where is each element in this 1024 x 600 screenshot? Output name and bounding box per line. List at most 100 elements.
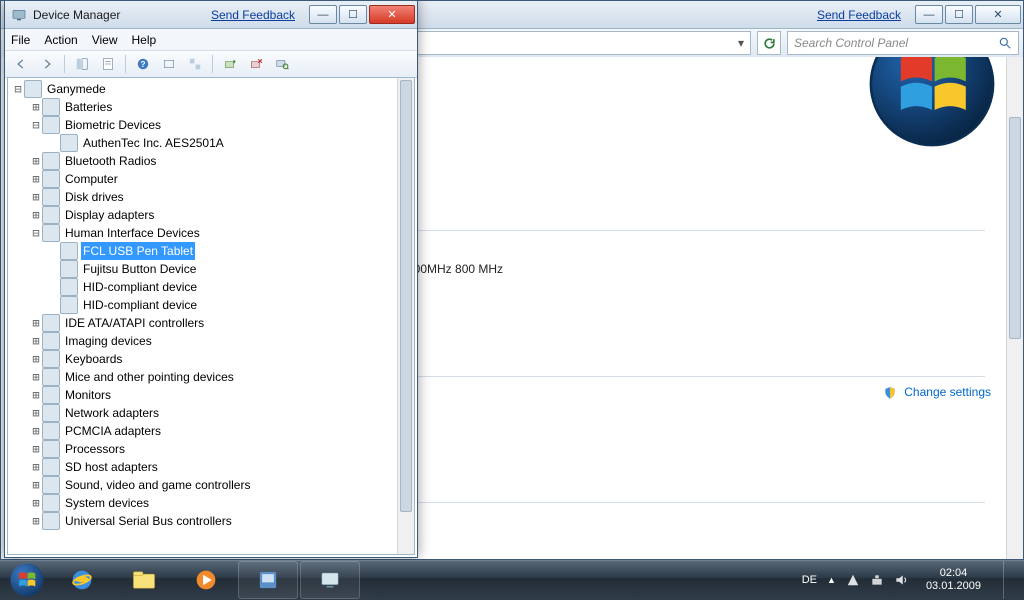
system-tray[interactable]: DE ▲ 02:04 03.01.2009 [802,561,1020,599]
tree-node[interactable]: ⊞Mice and other pointing devices [12,368,398,386]
action-center-icon[interactable] [846,573,860,587]
expand-icon[interactable]: ⊞ [30,512,42,530]
expand-icon[interactable]: ⊞ [30,494,42,512]
back-button[interactable] [9,52,33,76]
tree-node[interactable]: ⊞Bluetooth Radios [12,152,398,170]
tree-node[interactable]: ⊞Keyboards [12,350,398,368]
show-hide-tree-button[interactable] [70,52,94,76]
device-icon [42,170,60,188]
expand-icon[interactable]: ⊞ [30,350,42,368]
menubar[interactable]: File Action View Help [5,29,417,51]
expand-icon[interactable]: ⊞ [30,422,42,440]
maximize-button[interactable]: ☐ [945,5,973,24]
scrollbar-thumb[interactable] [1009,117,1021,339]
tree-node[interactable]: ⊟Ganymede [12,80,398,98]
dm-titlebar[interactable]: Device Manager Send Feedback — ☐ ✕ [5,1,417,29]
send-feedback-link[interactable]: Send Feedback [211,8,295,22]
tree-node-label: HID-compliant device [81,296,199,314]
search-input[interactable]: Search Control Panel [787,31,1019,55]
tree-node[interactable]: HID-compliant device [12,278,398,296]
minimize-button[interactable]: — [309,5,337,24]
change-settings-link[interactable]: Change settings [883,385,991,400]
tree-node[interactable]: ⊟Biometric Devices [12,116,398,134]
expand-icon[interactable]: ⊞ [30,152,42,170]
start-button[interactable] [4,562,50,598]
tree-node[interactable]: HID-compliant device [12,296,398,314]
tree-node[interactable]: ⊞System devices [12,494,398,512]
tree-node[interactable]: ⊞Disk drives [12,188,398,206]
menu-help[interactable]: Help [132,33,157,47]
collapse-icon[interactable]: ⊟ [30,116,42,134]
toolbar-button[interactable] [157,52,181,76]
volume-icon[interactable] [894,573,908,587]
tree-node[interactable]: Fujitsu Button Device [12,260,398,278]
tree-node[interactable]: ⊞IDE ATA/ATAPI controllers [12,314,398,332]
tree-node[interactable]: ⊞SD host adapters [12,458,398,476]
tree-node-label: Imaging devices [63,332,154,350]
expand-icon[interactable]: ⊞ [30,386,42,404]
taskbar[interactable]: DE ▲ 02:04 03.01.2009 [0,560,1024,600]
expand-icon[interactable]: ⊞ [30,332,42,350]
close-button[interactable]: ✕ [369,5,415,24]
tree-node[interactable]: ⊞Monitors [12,386,398,404]
menu-view[interactable]: View [92,33,118,47]
tree-node[interactable]: ⊞ Imaging devices [12,332,398,350]
window-title: Device Manager [33,8,120,22]
close-button[interactable]: ✕ [975,5,1021,24]
expand-icon[interactable]: ⊞ [30,206,42,224]
tray-chevron-icon[interactable]: ▲ [827,575,836,585]
expand-icon[interactable]: ⊞ [30,98,42,116]
expand-icon[interactable]: ⊞ [30,476,42,494]
toolbar-button[interactable] [183,52,207,76]
tree-node[interactable]: ⊞Network adapters [12,404,398,422]
expand-icon[interactable]: ⊞ [30,314,42,332]
tree-node[interactable]: ⊞Computer [12,170,398,188]
expand-icon[interactable]: ⊞ [30,404,42,422]
scrollbar-thumb[interactable] [400,80,412,512]
collapse-icon[interactable]: ⊟ [12,80,24,98]
expand-icon[interactable]: ⊞ [30,170,42,188]
tree-node[interactable]: ⊞Universal Serial Bus controllers [12,512,398,530]
scrollbar[interactable] [1006,57,1023,559]
expand-icon[interactable]: ⊞ [30,188,42,206]
taskbar-app-running-2[interactable] [300,561,360,599]
update-driver-button[interactable] [218,52,242,76]
taskbar-app-explorer[interactable] [114,561,174,599]
device-icon [42,458,60,476]
show-desktop-button[interactable] [1003,561,1018,599]
refresh-button[interactable] [757,31,781,55]
collapse-icon[interactable]: ⊟ [30,224,42,242]
scrollbar[interactable] [397,78,414,554]
scan-hardware-button[interactable] [270,52,294,76]
language-indicator[interactable]: DE [802,574,817,586]
tree-node[interactable]: ⊞Display adapters [12,206,398,224]
properties-button[interactable] [96,52,120,76]
tree-node[interactable]: ⊞Processors [12,440,398,458]
uninstall-button[interactable] [244,52,268,76]
maximize-button[interactable]: ☐ [339,5,367,24]
taskbar-app-mediaplayer[interactable] [176,561,236,599]
taskbar-clock[interactable]: 02:04 03.01.2009 [918,567,989,593]
tree-node[interactable]: AuthenTec Inc. AES2501A [12,134,398,152]
menu-file[interactable]: File [11,33,30,47]
tree-node[interactable]: ⊞Batteries [12,98,398,116]
device-icon [42,494,60,512]
menu-action[interactable]: Action [44,33,77,47]
network-icon[interactable] [870,573,884,587]
dropdown-icon[interactable]: ▾ [738,36,744,50]
tree-node[interactable]: FCL USB Pen Tablet [12,242,398,260]
help-button[interactable]: ? [131,52,155,76]
send-feedback-link[interactable]: Send Feedback [817,8,901,22]
device-tree[interactable]: ⊟Ganymede⊞Batteries⊟Biometric DevicesAut… [8,78,398,554]
tree-node[interactable]: ⊟Human Interface Devices [12,224,398,242]
taskbar-app-running-1[interactable] [238,561,298,599]
expand-icon[interactable]: ⊞ [30,368,42,386]
tree-node[interactable]: ⊞PCMCIA adapters [12,422,398,440]
device-icon [60,278,78,296]
tree-node[interactable]: ⊞Sound, video and game controllers [12,476,398,494]
taskbar-app-ie[interactable] [52,561,112,599]
forward-button[interactable] [35,52,59,76]
minimize-button[interactable]: — [915,5,943,24]
expand-icon[interactable]: ⊞ [30,458,42,476]
expand-icon[interactable]: ⊞ [30,440,42,458]
